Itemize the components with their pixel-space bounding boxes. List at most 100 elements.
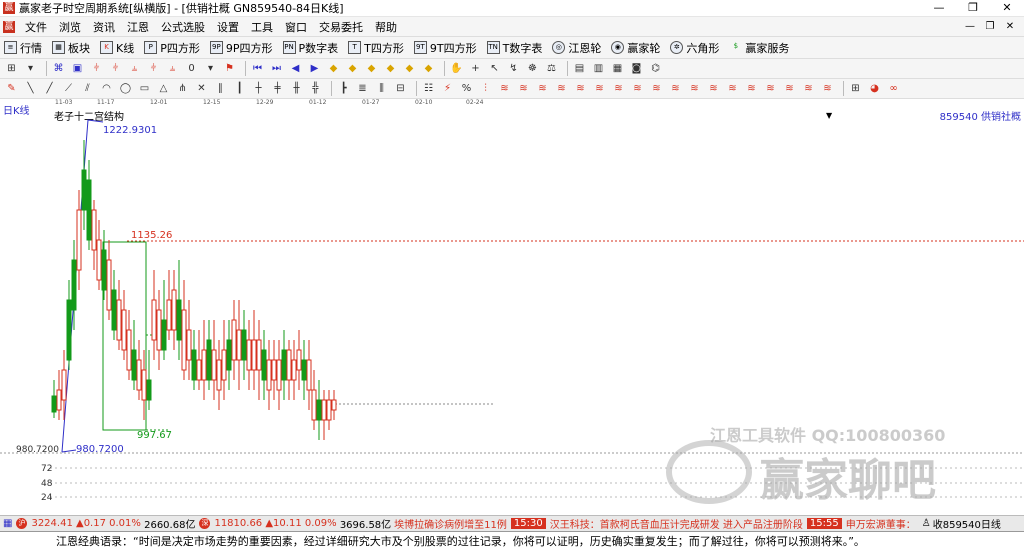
maximize-button[interactable]: ❐ xyxy=(956,0,990,16)
menu-tools[interactable]: 工具 xyxy=(245,19,279,35)
cross-tool-icon[interactable]: ✕ xyxy=(194,81,209,96)
toolbar-t-number-button[interactable]: TN T数字表 xyxy=(486,40,542,56)
scale-icon[interactable]: ⚖ xyxy=(544,61,559,76)
next-icon[interactable]: ▶ xyxy=(307,61,322,76)
wave15-icon[interactable]: ≋ xyxy=(763,81,778,96)
gann-box-icon[interactable]: ⊟ xyxy=(393,81,408,96)
table-icon[interactable]: ☷ xyxy=(421,81,436,96)
grid-view-icon[interactable]: ⊞ xyxy=(848,81,863,96)
wave14-icon[interactable]: ≋ xyxy=(744,81,759,96)
infinity-icon[interactable]: ∞ xyxy=(886,81,901,96)
crosshair-icon[interactable]: + xyxy=(468,61,483,76)
diamond6-icon[interactable]: ◆ xyxy=(421,61,436,76)
fork-tool-icon[interactable]: ⋔ xyxy=(175,81,190,96)
bar-tool-icon[interactable]: ┣ xyxy=(336,81,351,96)
close-button[interactable]: ✕ xyxy=(990,0,1024,16)
wave9-icon[interactable]: ≋ xyxy=(649,81,664,96)
flag-icon[interactable]: ⚑ xyxy=(222,61,237,76)
chart-type-icon[interactable]: ⌘ xyxy=(51,61,66,76)
gann-fan-icon[interactable]: ⫼ xyxy=(374,81,389,96)
arc-tool-icon[interactable]: ◠ xyxy=(99,81,114,96)
wave2-icon[interactable]: ≋ xyxy=(516,81,531,96)
wave10-icon[interactable]: ≋ xyxy=(668,81,683,96)
camera-icon[interactable]: ◙ xyxy=(629,61,644,76)
ray-tool-icon[interactable]: ╱ xyxy=(42,81,57,96)
menu-window[interactable]: 窗口 xyxy=(279,19,313,35)
menu-settings[interactable]: 设置 xyxy=(211,19,245,35)
pointer-icon[interactable]: ↖ xyxy=(487,61,502,76)
wave5-icon[interactable]: ≋ xyxy=(573,81,588,96)
toolbar-service-button[interactable]: $ 赢家服务 xyxy=(729,40,790,56)
candle5-icon[interactable]: ⫨ xyxy=(165,61,180,76)
channel-tool-icon[interactable]: ⫽ xyxy=(80,81,95,96)
toolbar-9p-square-button[interactable]: 9P 9P四方形 xyxy=(209,40,273,56)
toolbar-p-square-button[interactable]: P P四方形 xyxy=(144,40,200,56)
box-tool-icon[interactable]: ▭ xyxy=(137,81,152,96)
wave16-icon[interactable]: ≋ xyxy=(782,81,797,96)
toolbar-t-square-button[interactable]: T T四方形 xyxy=(348,40,404,56)
candle2-icon[interactable]: ⫩ xyxy=(108,61,123,76)
calendar-icon[interactable]: ▣ xyxy=(70,61,85,76)
last-icon[interactable]: ⏭ xyxy=(269,61,284,76)
toolbar-quotes-button[interactable]: ≡ 行情 xyxy=(4,40,42,56)
chevron-down-icon[interactable]: ▾ xyxy=(203,61,218,76)
wave13-icon[interactable]: ≋ xyxy=(725,81,740,96)
wave3-icon[interactable]: ≋ xyxy=(535,81,550,96)
chart-area[interactable]: 日K线 老子十二宫结构 859540 供销社概 ▼ 1222.9301 1135… xyxy=(0,100,1024,515)
wave7-icon[interactable]: ≋ xyxy=(611,81,626,96)
menu-gann[interactable]: 江恩 xyxy=(121,19,155,35)
candle4-icon[interactable]: ⫩ xyxy=(146,61,161,76)
toolbar-winner-wheel-button[interactable]: ◉ 赢家轮 xyxy=(611,40,660,56)
toolbar-p-number-button[interactable]: PN P数字表 xyxy=(282,40,338,56)
time-tool-icon[interactable]: ╫ xyxy=(289,81,304,96)
news-item[interactable]: 汉王科技：首款柯氏音血压计完成研发 进入产品注册阶段 xyxy=(550,516,803,531)
app-menu-icon[interactable]: 赢 xyxy=(3,20,15,33)
menu-formula[interactable]: 公式选股 xyxy=(155,19,211,35)
percent-icon[interactable]: % xyxy=(459,81,474,96)
menu-info[interactable]: 资讯 xyxy=(87,19,121,35)
menu-help[interactable]: 帮助 xyxy=(369,19,403,35)
wave-icon[interactable]: ≋ xyxy=(497,81,512,96)
wave4-icon[interactable]: ≋ xyxy=(554,81,569,96)
grid-icon[interactable]: ▦ xyxy=(3,518,12,529)
wave11-icon[interactable]: ≋ xyxy=(687,81,702,96)
vline-tool-icon[interactable]: ┃ xyxy=(232,81,247,96)
wave8-icon[interactable]: ≋ xyxy=(630,81,645,96)
candle3-icon[interactable]: ⫨ xyxy=(127,61,142,76)
hline-tool-icon[interactable]: ┼ xyxy=(251,81,266,96)
diamond-icon[interactable]: ◆ xyxy=(326,61,341,76)
ratio-icon[interactable]: ⫶ xyxy=(478,81,493,96)
gift-icon[interactable]: ☸ xyxy=(525,61,540,76)
toolbar-block-button[interactable]: ▦ 板块 xyxy=(52,40,90,56)
menu-trade[interactable]: 交易委托 xyxy=(313,19,369,35)
zero-icon[interactable]: 0 xyxy=(184,61,199,76)
news-item[interactable]: 埃博拉确诊病例增至11例 xyxy=(394,516,507,531)
grid-icon[interactable]: ⊞ xyxy=(4,61,19,76)
mdi-restore-button[interactable]: ❐ xyxy=(980,19,1000,34)
note-icon[interactable]: ⚡ xyxy=(440,81,455,96)
triangle-tool-icon[interactable]: △ xyxy=(156,81,171,96)
film-icon[interactable]: ▦ xyxy=(610,61,625,76)
circle-tool-icon[interactable]: ◯ xyxy=(118,81,133,96)
line-tool-icon[interactable]: ╲ xyxy=(23,81,38,96)
minimize-button[interactable]: — xyxy=(922,0,956,16)
cycle-tool-icon[interactable]: ∥ xyxy=(213,81,228,96)
diamond4-icon[interactable]: ◆ xyxy=(383,61,398,76)
toolbar-kline-button[interactable]: K K线 xyxy=(100,40,134,56)
menu-browse[interactable]: 浏览 xyxy=(53,19,87,35)
first-icon[interactable]: ⏮ xyxy=(250,61,265,76)
photo-icon[interactable]: ▤ xyxy=(572,61,587,76)
diamond5-icon[interactable]: ◆ xyxy=(402,61,417,76)
globe-icon[interactable]: ◕ xyxy=(867,81,882,96)
brush-icon[interactable]: ✎ xyxy=(4,81,19,96)
fibo-tool-icon[interactable]: ≣ xyxy=(355,81,370,96)
toolbar-gann-wheel-button[interactable]: ◎ 江恩轮 xyxy=(552,40,601,56)
wave12-icon[interactable]: ≋ xyxy=(706,81,721,96)
toolbar-hexagon-button[interactable]: ✲ 六角形 xyxy=(670,40,719,56)
mdi-close-button[interactable]: ✕ xyxy=(1000,19,1020,34)
fan-tool-icon[interactable]: ⟋ xyxy=(61,81,76,96)
hand-icon[interactable]: ✋ xyxy=(449,61,464,76)
toolbar-9t-square-button[interactable]: 9T 9T四方形 xyxy=(413,40,477,56)
grid-tool-icon[interactable]: ╪ xyxy=(270,81,285,96)
tf-tool-icon[interactable]: ╬ xyxy=(308,81,323,96)
